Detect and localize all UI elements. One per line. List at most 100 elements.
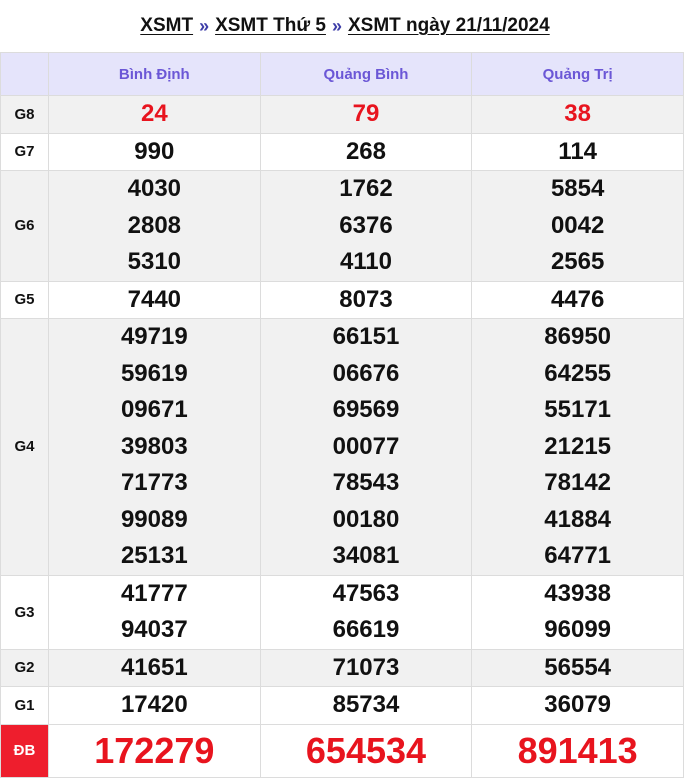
breadcrumb-link-xsmt-date[interactable]: XSMT ngày 21/11/2024 [348, 15, 550, 37]
breadcrumb-link-xsmt[interactable]: XSMT [140, 15, 193, 37]
result-number[interactable]: 00077 [261, 429, 472, 466]
prize-label: G5 [0, 280, 49, 319]
result-cell: 24 [48, 95, 261, 134]
result-cell: 268 [259, 132, 473, 171]
result-cell: 79 [259, 95, 473, 134]
result-number[interactable]: 268 [261, 134, 472, 171]
result-number[interactable]: 5854 [472, 171, 683, 208]
header-corner-cell [0, 52, 49, 96]
result-number[interactable]: 4476 [472, 282, 683, 319]
prize-row: ĐB 172279 654534 891413 [0, 723, 684, 778]
result-number[interactable]: 6376 [261, 208, 472, 245]
result-number[interactable]: 4030 [49, 171, 260, 208]
result-number[interactable]: 39803 [49, 429, 260, 466]
table-header-row: Bình Định Quảng Bình Quảng Trị [0, 52, 684, 96]
result-number[interactable]: 71773 [49, 465, 260, 502]
result-cell: 7440 [48, 280, 261, 319]
prize-label: G6 [0, 170, 49, 282]
province-header[interactable]: Quảng Trị [471, 52, 684, 96]
prize-label: G8 [0, 95, 49, 134]
result-number[interactable]: 85734 [261, 687, 472, 724]
result-number[interactable]: 86950 [472, 319, 683, 356]
result-number[interactable]: 0042 [472, 208, 683, 245]
result-cell: 36079 [471, 686, 684, 725]
result-number[interactable]: 990 [49, 134, 260, 171]
result-cell: 47563 66619 [259, 574, 473, 650]
result-number[interactable]: 891413 [472, 725, 683, 777]
prize-row: G4 49719 59619 09671 39803 71773 99089 25131 661… [0, 318, 684, 576]
result-number[interactable]: 41884 [472, 502, 683, 539]
result-number[interactable]: 64771 [472, 538, 683, 575]
results-table: Bình Định Quảng Bình Quảng Trị G8 24 79 38 G… [0, 52, 684, 778]
result-number[interactable]: 55171 [472, 392, 683, 429]
result-number[interactable]: 66619 [261, 612, 472, 649]
result-number[interactable]: 47563 [261, 576, 472, 613]
prize-row: G5 7440 8073 4476 [0, 280, 684, 319]
result-number[interactable]: 24 [49, 96, 260, 133]
result-number[interactable]: 49719 [49, 319, 260, 356]
result-cell: 85734 [259, 686, 473, 725]
result-number[interactable]: 78543 [261, 465, 472, 502]
result-cell: 114 [471, 132, 684, 171]
result-number[interactable]: 94037 [49, 612, 260, 649]
result-number[interactable]: 59619 [49, 356, 260, 393]
prize-row: G2 41651 71073 56554 [0, 648, 684, 687]
result-number[interactable]: 56554 [472, 650, 683, 687]
breadcrumb-separator: » [331, 15, 342, 36]
result-cell: 654534 [259, 723, 473, 778]
result-number[interactable]: 2565 [472, 244, 683, 281]
result-number[interactable]: 78142 [472, 465, 683, 502]
result-number[interactable]: 17420 [49, 687, 260, 724]
result-cell: 43938 96099 [471, 574, 684, 650]
result-cell: 172279 [48, 723, 261, 778]
breadcrumb-separator: » [199, 15, 210, 36]
result-number[interactable]: 96099 [472, 612, 683, 649]
result-number[interactable]: 5310 [49, 244, 260, 281]
results-body: G8 24 79 38 G7 990 268 114 G6 4030 2808 5310 1762 637… [0, 95, 684, 778]
result-number[interactable]: 69569 [261, 392, 472, 429]
result-number[interactable]: 43938 [472, 576, 683, 613]
result-number[interactable]: 09671 [49, 392, 260, 429]
result-number[interactable]: 1762 [261, 171, 472, 208]
result-number[interactable]: 64255 [472, 356, 683, 393]
result-number[interactable]: 114 [472, 134, 683, 171]
prize-row: G1 17420 85734 36079 [0, 686, 684, 725]
result-number[interactable]: 79 [261, 96, 472, 133]
result-cell: 38 [471, 95, 684, 134]
result-number[interactable]: 71073 [261, 650, 472, 687]
province-header[interactable]: Bình Định [48, 52, 261, 96]
result-cell: 17420 [48, 686, 261, 725]
result-number[interactable]: 7440 [49, 282, 260, 319]
result-number[interactable]: 41651 [49, 650, 260, 687]
result-number[interactable]: 36079 [472, 687, 683, 724]
result-number[interactable]: 2808 [49, 208, 260, 245]
result-number[interactable]: 654534 [261, 725, 472, 777]
result-number[interactable]: 41777 [49, 576, 260, 613]
prize-row: G3 41777 94037 47563 66619 43938 96099 [0, 574, 684, 650]
result-cell: 49719 59619 09671 39803 71773 99089 25131 [48, 318, 261, 576]
result-cell: 4030 2808 5310 [48, 170, 261, 282]
result-number[interactable]: 38 [472, 96, 683, 133]
prize-label: ĐB [0, 723, 49, 778]
result-number[interactable]: 21215 [472, 429, 683, 466]
result-number[interactable]: 66151 [261, 319, 472, 356]
province-header[interactable]: Quảng Bình [259, 52, 473, 96]
result-number[interactable]: 00180 [261, 502, 472, 539]
prize-row: G7 990 268 114 [0, 132, 684, 171]
prize-label: G3 [0, 574, 49, 650]
result-cell: 66151 06676 69569 00077 78543 00180 34081 [259, 318, 473, 576]
prize-label: G1 [0, 686, 49, 725]
result-number[interactable]: 172279 [49, 725, 260, 777]
prize-label: G4 [0, 318, 49, 576]
prize-row: G6 4030 2808 5310 1762 6376 4110 5854 0042 2565 [0, 170, 684, 282]
breadcrumb-link-xsmt-thu-5[interactable]: XSMT Thứ 5 [215, 15, 326, 37]
result-cell: 41651 [48, 648, 261, 687]
result-number[interactable]: 34081 [261, 538, 472, 575]
result-number[interactable]: 25131 [49, 538, 260, 575]
result-cell: 1762 6376 4110 [259, 170, 473, 282]
result-number[interactable]: 8073 [261, 282, 472, 319]
result-number[interactable]: 4110 [261, 244, 472, 281]
result-number[interactable]: 06676 [261, 356, 472, 393]
result-cell: 990 [48, 132, 261, 171]
result-number[interactable]: 99089 [49, 502, 260, 539]
